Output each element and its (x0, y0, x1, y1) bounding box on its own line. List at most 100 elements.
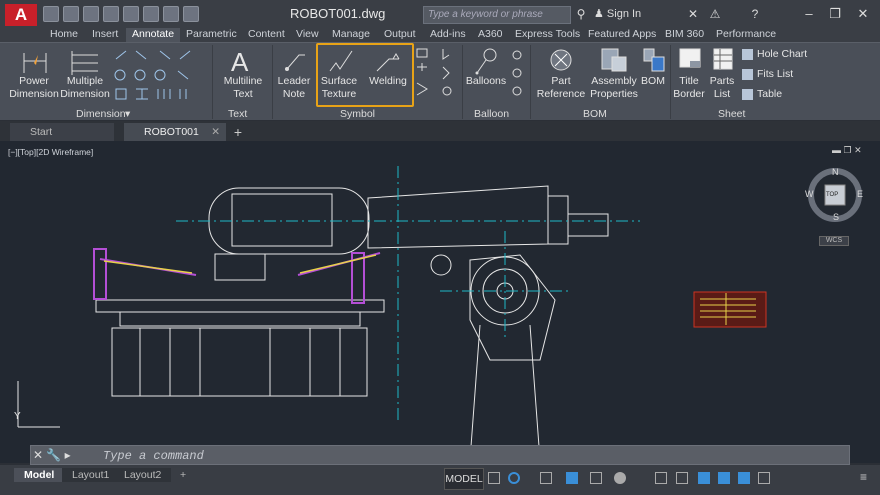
command-line-buttons[interactable]: ✕ 🔧 ▸ (33, 448, 71, 462)
tab-content[interactable]: Content (248, 28, 285, 42)
workspace-icon[interactable] (183, 6, 199, 22)
sign-in-button[interactable]: ♟ Sign In (594, 7, 641, 20)
multiline-text-button[interactable]: Multiline Text (218, 75, 268, 101)
drawing-canvas[interactable]: [−][Top][2D Wireframe] Y TOP N S E W WCS… (0, 141, 880, 463)
dimension-tools-icon[interactable] (112, 47, 202, 105)
print-icon[interactable] (123, 6, 139, 22)
close-icon[interactable]: ✕ (850, 3, 876, 25)
new-file-icon[interactable] (43, 6, 59, 22)
welding-button[interactable]: Welding (364, 75, 412, 88)
layout-tab-layout1[interactable]: Layout1 (62, 468, 120, 482)
leader-note-button[interactable]: Leader Note (274, 75, 314, 101)
hardware-acceleration-icon[interactable] (738, 472, 750, 484)
grid-icon[interactable] (488, 472, 500, 484)
new-layout-button[interactable]: + (170, 468, 196, 482)
save-icon[interactable] (83, 6, 99, 22)
annotation-scale-icon[interactable] (676, 472, 688, 484)
tab-bim-360[interactable]: BIM 360 (665, 28, 704, 42)
command-input[interactable]: Type a command (103, 449, 204, 463)
close-tab-icon[interactable]: ✕ (211, 126, 220, 138)
command-line[interactable]: ✕ 🔧 ▸ Type a command (30, 445, 850, 465)
workspace-switch-icon[interactable] (698, 472, 710, 484)
hole-chart-button[interactable]: Hole Chart (757, 48, 807, 61)
transparency-icon[interactable] (590, 472, 602, 484)
user-icon: ♟ (594, 8, 607, 20)
symbol-panel-title[interactable]: Symbol (340, 108, 375, 120)
ribbon-panel: Power Dimension Multiple Dimension Dimen… (0, 42, 880, 120)
application-menu-button[interactable]: A (5, 4, 37, 26)
multiple-dimension-button[interactable]: Multiple Dimension (60, 75, 110, 101)
bom-button[interactable]: BOM (638, 75, 668, 88)
viewcube-top-label[interactable]: TOP (826, 192, 838, 198)
polar-icon[interactable] (508, 472, 520, 484)
redo-icon[interactable] (163, 6, 179, 22)
surface-texture-icon (329, 50, 353, 72)
stay-connected-icon[interactable]: ⚠ (708, 7, 722, 21)
ucs-y-label: Y (14, 411, 21, 422)
isolate-icon[interactable] (718, 472, 730, 484)
osnap-icon[interactable] (540, 472, 552, 484)
help-icon[interactable]: ? (748, 7, 762, 21)
title-border-icon (679, 48, 701, 68)
dimension-panel-title[interactable]: Dimension (76, 108, 126, 120)
sheet-panel-title[interactable]: Sheet (718, 108, 745, 120)
assembly-properties-button[interactable]: Assembly Properties (588, 75, 640, 101)
hole-chart-icon (742, 49, 753, 60)
plus-icon[interactable] (655, 472, 667, 484)
text-panel-title[interactable]: Text (228, 108, 247, 120)
viewport-window-controls[interactable]: ▬ ❐ ✕ (832, 145, 862, 156)
search-input[interactable]: Type a keyword or phrase (423, 6, 571, 24)
table-button[interactable]: Table (757, 88, 782, 101)
file-tab-label: ROBOT001 (144, 126, 199, 138)
title-border-button[interactable]: Title Border (670, 75, 708, 101)
surface-texture-button[interactable]: Surface Texture (318, 75, 360, 101)
clean-screen-icon[interactable] (758, 472, 770, 484)
fits-list-button[interactable]: Fits List (757, 68, 793, 81)
symbol-tools-icon[interactable] (415, 47, 461, 105)
minimize-icon[interactable]: – (796, 3, 822, 25)
tab-performance[interactable]: Performance (716, 28, 776, 42)
gear-icon[interactable] (614, 472, 626, 484)
tab-annotate[interactable]: Annotate (126, 28, 181, 42)
save-as-icon[interactable] (103, 6, 119, 22)
open-file-icon[interactable] (63, 6, 79, 22)
tab-parametric[interactable]: Parametric (186, 28, 237, 42)
tab-output[interactable]: Output (384, 28, 416, 42)
sign-in-label: Sign In (606, 8, 642, 20)
binoculars-icon[interactable]: ⚲ (574, 7, 588, 21)
tab-a360[interactable]: A360 (478, 28, 503, 42)
undo-icon[interactable] (143, 6, 159, 22)
layout-tab-layout2[interactable]: Layout2 (114, 468, 172, 482)
dropdown-arrow-icon[interactable]: ▾ (125, 108, 130, 120)
file-tab-bar: Start ROBOT001 ✕ + (0, 121, 880, 141)
bom-panel-title[interactable]: BOM (583, 108, 607, 120)
power-dimension-button[interactable]: Power Dimension (8, 75, 60, 101)
welding-icon (376, 53, 400, 72)
tab-manage[interactable]: Manage (332, 28, 370, 42)
balloons-button[interactable]: Balloons (464, 75, 508, 88)
file-tab-robot001[interactable]: ROBOT001 ✕ (124, 123, 226, 141)
file-tab-start[interactable]: Start (10, 123, 114, 141)
tab-view[interactable]: View (296, 28, 319, 42)
layout-tab-model[interactable]: Model (14, 468, 65, 482)
tab-insert[interactable]: Insert (92, 28, 118, 42)
customize-menu-icon[interactable]: ≡ (860, 471, 872, 484)
part-reference-button[interactable]: Part Reference (536, 75, 586, 101)
model-space-button[interactable]: MODEL (444, 468, 484, 490)
maximize-icon[interactable]: ❐ (822, 3, 848, 25)
status-bar: Model Layout1 Layout2 + MODEL ≡ (0, 465, 880, 495)
balloon-tools-icon[interactable] (508, 47, 526, 105)
quick-access-toolbar (43, 6, 199, 22)
balloon-panel-title[interactable]: Balloon (474, 108, 509, 120)
ucs-menu[interactable]: WCS (819, 236, 849, 246)
lineweight-icon[interactable] (566, 472, 578, 484)
tab-featured-apps[interactable]: Featured Apps (588, 28, 656, 42)
tab-add-ins[interactable]: Add-ins (430, 28, 466, 42)
new-tab-button[interactable]: + (230, 123, 246, 141)
bom-icon (643, 48, 665, 72)
parts-list-button[interactable]: Parts List (708, 75, 736, 101)
tab-express-tools[interactable]: Express Tools (515, 28, 580, 42)
exchange-icon[interactable]: ✕ (686, 7, 700, 21)
leader-note-icon (285, 54, 305, 71)
tab-home[interactable]: Home (50, 28, 78, 42)
